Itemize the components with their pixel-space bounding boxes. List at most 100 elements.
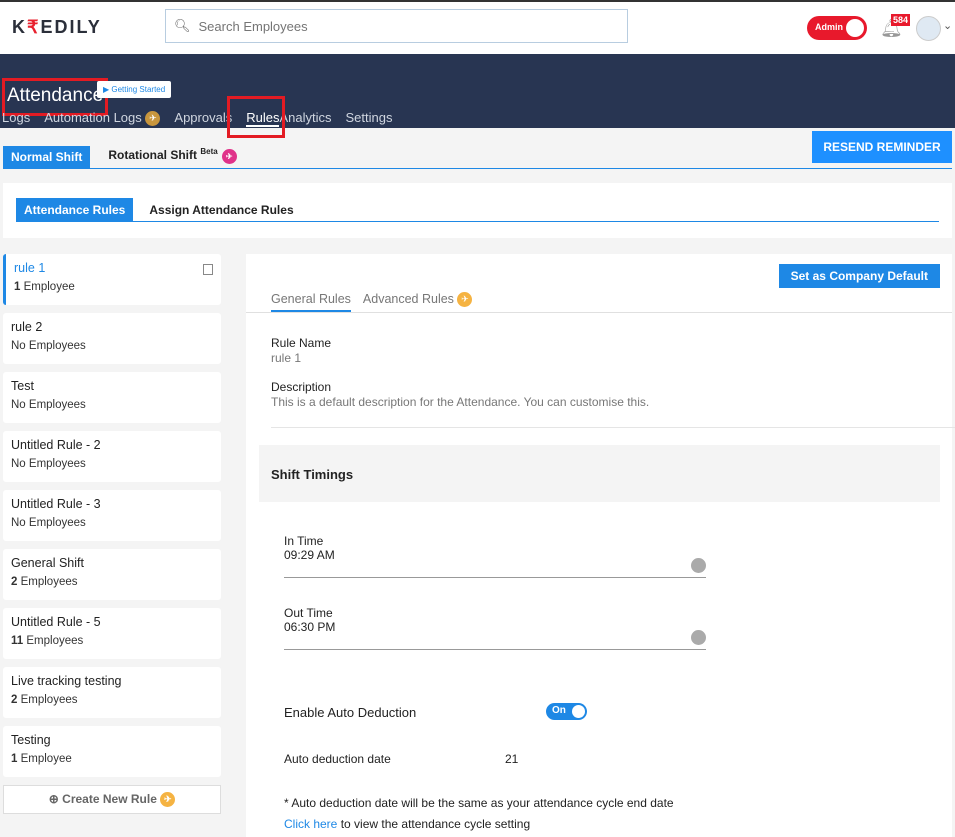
in-time-label: In Time [284,534,324,548]
rule-list-item[interactable]: Testing 1 Employee [3,726,221,777]
click-here-link[interactable]: Click here [284,817,337,831]
rule-list-item[interactable]: rule 2 No Employees [3,313,221,364]
rules-list: rule 1 1 Employee rule 2 No Employees Test No… [3,254,221,814]
count-label: Employees [17,694,78,706]
employee-count: 11 Employees [11,635,213,647]
auto-deduction-label: Enable Auto Deduction [284,705,417,720]
rule-name: Test [11,379,34,393]
module-nav: Logs Automation Logs ✈ Approvals Rules A… [2,110,392,127]
tab-advanced-rules[interactable]: Advanced Rules ✈ [363,292,473,312]
auto-deduction-date-label: Auto deduction date [284,752,391,766]
admin-toggle[interactable]: Admin [807,16,867,40]
rule-list-item[interactable]: Live tracking testing 2 Employees [3,667,221,718]
rule-name: Untitled Rule - 5 [11,615,101,629]
rule-detail: Set as Company Default General Rules Adv… [246,254,955,837]
chevron-down-icon[interactable]: ⌄ [943,19,952,32]
out-time-field[interactable]: Out Time 06:30 PM [284,606,706,650]
rule-list-item[interactable]: Untitled Rule - 3 No Employees [3,490,221,541]
count-number: 11 [11,635,24,647]
tab-assign-attendance-rules[interactable]: Assign Attendance Rules [133,198,309,221]
shift-tabs: Normal Shift Rotational Shift Beta✈ [3,146,952,169]
search-input[interactable] [198,18,599,34]
rule-list-item[interactable]: Untitled Rule - 2 No Employees [3,431,221,482]
rule-name: Live tracking testing [11,674,122,688]
rule-name: General Shift [11,556,84,570]
nav-analytics[interactable]: Analytics [279,110,331,127]
shift-timings-heading: Shift Timings [259,445,940,502]
create-rule-label: Create New Rule [62,792,157,806]
admin-label: Admin [815,22,843,32]
count-label: No Employees [11,458,86,470]
plane-icon: ✈ [145,111,161,127]
rule-list-item[interactable]: rule 1 1 Employee [3,254,221,305]
in-time-value: 09:29 AM [284,548,335,562]
rule-name: Untitled Rule - 3 [11,497,101,511]
auto-deduction-toggle[interactable]: On [546,703,587,720]
count-label: Employees [17,576,78,588]
tab-normal-shift[interactable]: Normal Shift [3,146,91,168]
employee-count: No Employees [11,458,213,470]
rule-list-item[interactable]: Untitled Rule - 5 11 Employees [3,608,221,659]
employee-count: No Employees [11,399,213,411]
nav-settings[interactable]: Settings [346,110,393,127]
auto-deduction-date-value: 21 [505,752,519,766]
rule-list-item[interactable]: General Shift 2 Employees [3,549,221,600]
clock-icon[interactable] [691,630,706,645]
count-label: No Employees [11,340,86,352]
employee-count: 2 Employees [11,694,213,706]
link-suffix: to view the attendance cycle setting [337,817,531,831]
rule-list-item[interactable]: Test No Employees [3,372,221,423]
set-company-default-button[interactable]: Set as Company Default [778,264,940,288]
employee-count: 1 Employee [14,281,213,293]
nav-label: Automation Logs [44,110,142,125]
rules-tabs-card: Attendance Rules Assign Attendance Rules [3,183,952,238]
rule-name: rule 2 [11,320,43,334]
in-time-field[interactable]: In Time 09:29 AM [284,534,706,578]
plane-icon: ✈ [457,292,473,308]
employee-count: No Employees [11,517,213,529]
auto-deduction-note: * Auto deduction date will be the same a… [284,796,674,810]
clock-icon[interactable] [691,558,706,573]
toggle-state: On [552,705,566,716]
nav-logs[interactable]: Logs [2,110,30,127]
rule-name-value: rule 1 [271,351,302,365]
tab-rotational-shift[interactable]: Rotational Shift Beta✈ [100,143,244,168]
count-label: Employee [20,281,75,293]
count-label: No Employees [11,517,86,529]
copy-icon[interactable] [203,264,213,275]
employee-count: 2 Employees [11,576,213,588]
count-label: Employees [23,635,84,647]
description-value: This is a default description for the At… [271,395,650,409]
tab-general-rules[interactable]: General Rules [271,292,351,312]
nav-approvals[interactable]: Approvals [174,110,232,127]
tab-label: Advanced Rules [362,292,454,306]
top-bar: K₹EDILY 🔍︎ Admin 🔔︎ 584 ⌄ [0,0,955,54]
employee-count: No Employees [11,340,213,352]
count-label: No Employees [11,399,86,411]
nav-automation-logs[interactable]: Automation Logs ✈ [44,110,161,127]
plus-circle-icon: ⊕ [48,792,59,806]
page-header: Attendance ▶ Getting Started Logs Automa… [0,54,955,138]
plane-icon: ✈ [160,792,176,808]
description-label: Description [271,380,332,394]
count-label: Employee [17,753,72,765]
divider [271,427,955,428]
resend-reminder-button[interactable]: RESEND REMINDER [812,131,952,163]
getting-started-button[interactable]: ▶ Getting Started [97,81,172,98]
notification-badge: 584 [891,14,911,26]
out-time-value: 06:30 PM [284,620,336,634]
out-time-label: Out Time [284,606,333,620]
rule-name-label: Rule Name [271,336,332,350]
avatar[interactable] [916,16,941,41]
rocket-icon: ✈ [221,149,237,164]
rule-name: rule 1 [14,261,46,275]
search-box[interactable]: 🔍︎ [165,9,628,43]
kredily-logo[interactable]: K₹EDILY [12,17,102,38]
tab-label: Rotational Shift [108,148,198,162]
tab-attendance-rules[interactable]: Attendance Rules [16,198,134,221]
rule-name: Testing [11,733,51,747]
create-new-rule-button[interactable]: ⊕ Create New Rule ✈ [3,785,221,814]
beta-label: Beta [200,147,218,156]
search-icon: 🔍︎ [174,18,191,33]
rule-name: Untitled Rule - 2 [11,438,101,452]
